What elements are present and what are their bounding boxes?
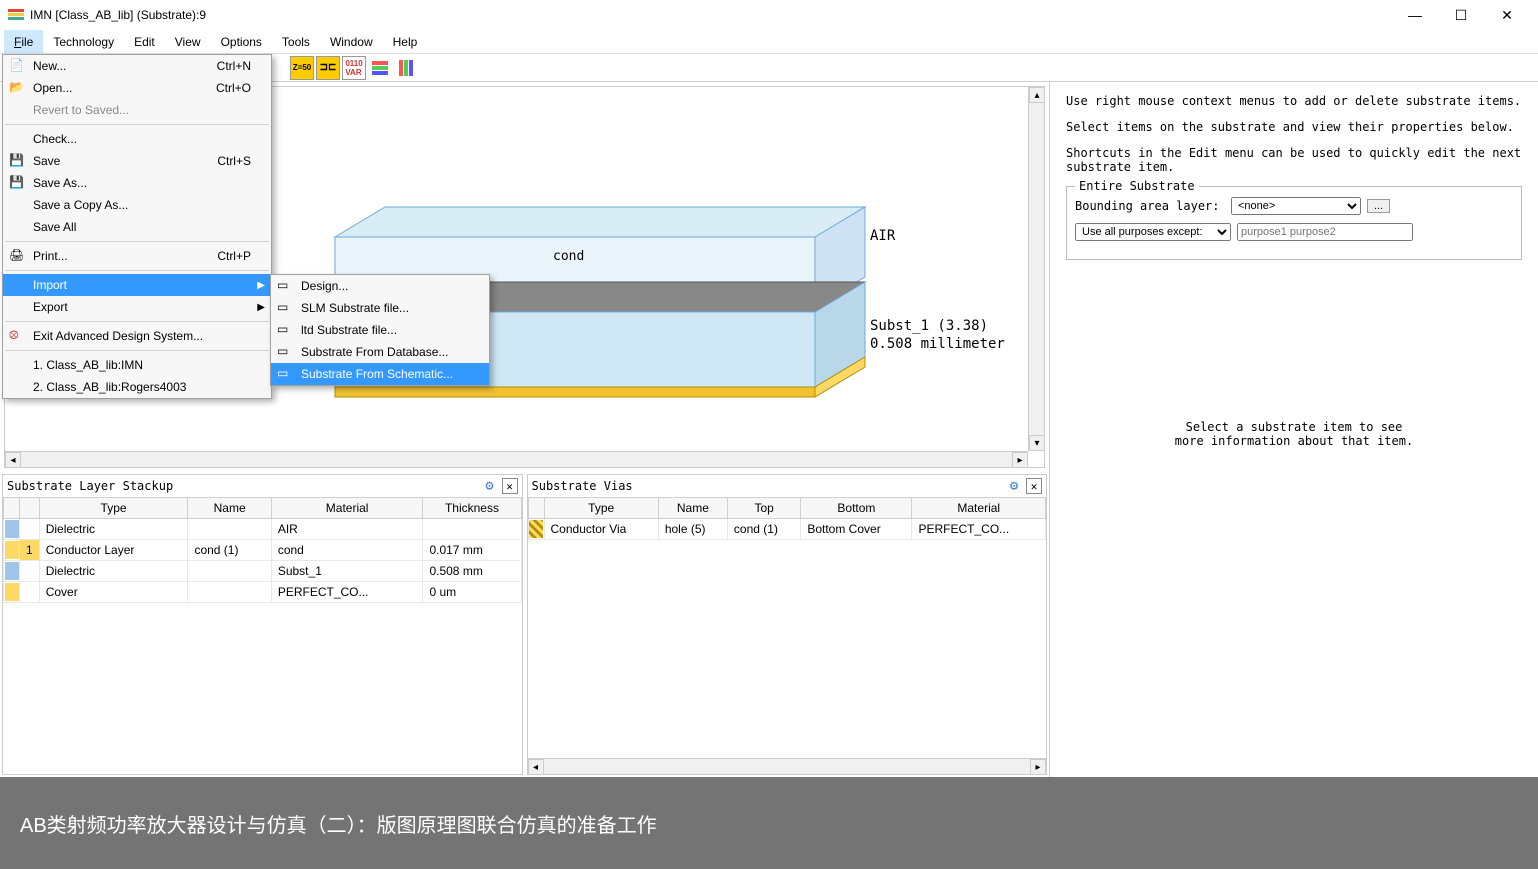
vias-title: Substrate Vias — [532, 479, 633, 493]
file-check[interactable]: Check... — [3, 128, 271, 150]
table-row[interactable]: Conductor Viahole (5)cond (1)Bottom Cove… — [528, 519, 1046, 540]
close-button[interactable]: ✕ — [1484, 0, 1530, 30]
menu-view[interactable]: View — [165, 30, 211, 53]
canvas-vscroll[interactable]: ▴ ▾ — [1028, 87, 1044, 451]
file-exit[interactable]: ⮾ Exit Advanced Design System... — [3, 325, 271, 347]
scroll-up-icon[interactable]: ▴ — [1029, 87, 1045, 103]
substrate-icon: ▭ — [277, 300, 293, 316]
tool-tline-icon[interactable]: ⊐⊏ — [316, 56, 340, 80]
menu-window[interactable]: Window — [320, 30, 383, 53]
purposes-mode-select[interactable]: Use all purposes except: — [1075, 223, 1231, 241]
substrate-icon: ▭ — [277, 278, 293, 294]
substrate-icon: ▭ — [277, 344, 293, 360]
canvas-hscroll[interactable]: ◂ ▸ — [5, 451, 1028, 467]
file-export[interactable]: Export▶ — [3, 296, 271, 318]
menu-technology[interactable]: Technology — [43, 30, 124, 53]
import-design[interactable]: ▭ Design... — [271, 275, 489, 297]
import-database[interactable]: ▭ Substrate From Database... — [271, 341, 489, 363]
stackup-title: Substrate Layer Stackup — [7, 479, 173, 493]
submenu-arrow-icon: ▶ — [257, 280, 265, 291]
file-new[interactable]: 📄 New...Ctrl+N — [3, 55, 271, 77]
vias-hscroll[interactable]: ◂ ▸ — [528, 758, 1047, 774]
scroll-down-icon[interactable]: ▾ — [1029, 435, 1045, 451]
minimize-button[interactable]: — — [1392, 0, 1438, 30]
new-icon: 📄 — [9, 58, 25, 74]
purposes-input[interactable] — [1237, 223, 1413, 241]
file-recent-1[interactable]: 1. Class_AB_lib:IMN — [3, 354, 271, 376]
file-save-all[interactable]: Save All — [3, 216, 271, 238]
fieldset-legend: Entire Substrate — [1075, 179, 1199, 193]
app-icon — [8, 9, 24, 21]
menu-tools[interactable]: Tools — [272, 30, 320, 53]
cond-label: cond — [553, 249, 584, 264]
info-message: Select a substrate item to see more info… — [1066, 420, 1522, 448]
stackup-close-icon[interactable]: ✕ — [502, 478, 518, 494]
bottom-panels: Substrate Layer Stackup ⚙ ✕ TypeName Mat… — [0, 472, 1049, 777]
scroll-right-icon[interactable]: ▸ — [1012, 452, 1028, 468]
stackup-settings-icon[interactable]: ⚙ — [482, 478, 498, 494]
hint-text: Select items on the substrate and view t… — [1066, 120, 1522, 134]
footer-caption: AB类射频功率放大器设计与仿真（二）：版图原理图联合仿真的准备工作 — [0, 777, 1538, 869]
stackup-panel: Substrate Layer Stackup ⚙ ✕ TypeName Mat… — [2, 474, 523, 775]
menu-edit[interactable]: Edit — [124, 30, 165, 53]
tool-var-icon[interactable]: 0110VAR — [342, 56, 366, 80]
print-icon: 🖨 — [9, 248, 25, 264]
file-save-copy[interactable]: Save a Copy As... — [3, 194, 271, 216]
substrate-icon: ▭ — [277, 366, 293, 382]
properties-panel: Use right mouse context menus to add or … — [1050, 82, 1538, 777]
bounding-layer-select[interactable]: <none> — [1231, 197, 1361, 215]
menu-file[interactable]: File — [4, 30, 43, 53]
vias-table[interactable]: TypeName TopBottomMaterial Conductor Via… — [528, 497, 1047, 540]
file-import[interactable]: Import▶ — [3, 274, 271, 296]
bounding-layer-label: Bounding area layer: — [1075, 199, 1225, 213]
save-as-icon: 💾 — [9, 175, 25, 191]
titlebar: IMN [Class_AB_lib] (Substrate):9 — ☐ ✕ — [0, 0, 1538, 30]
file-revert: Revert to Saved... — [3, 99, 271, 121]
save-icon: 💾 — [9, 153, 25, 169]
open-icon: 📂 — [9, 80, 25, 96]
menubar: File Technology Edit View Options Tools … — [0, 30, 1538, 54]
window-controls: — ☐ ✕ — [1392, 0, 1530, 30]
table-row[interactable]: DielectricSubst_10.508 mm — [4, 561, 522, 582]
import-slm[interactable]: ▭ SLM Substrate file... — [271, 297, 489, 319]
entire-substrate-group: Entire Substrate Bounding area layer: <n… — [1066, 186, 1522, 260]
maximize-button[interactable]: ☐ — [1438, 0, 1484, 30]
hint-text: Shortcuts in the Edit menu can be used t… — [1066, 146, 1522, 174]
substrate-icon: ▭ — [277, 322, 293, 338]
exit-icon: ⮾ — [9, 328, 25, 344]
file-save-as[interactable]: 💾 Save As... — [3, 172, 271, 194]
table-row[interactable]: CoverPERFECT_CO...0 um — [4, 582, 522, 603]
file-print[interactable]: 🖨 Print...Ctrl+P — [3, 245, 271, 267]
bounding-browse-button[interactable]: ... — [1367, 199, 1390, 213]
tool-layers-icon[interactable] — [368, 56, 392, 80]
scroll-left-icon[interactable]: ◂ — [528, 759, 544, 775]
table-row[interactable]: 1 Conductor Layercond (1)cond0.017 mm — [4, 540, 522, 561]
tool-z50-icon[interactable]: Z=50 — [290, 56, 314, 80]
import-schematic[interactable]: ▭ Substrate From Schematic... — [271, 363, 489, 385]
file-recent-2[interactable]: 2. Class_AB_lib:Rogers4003 — [3, 376, 271, 398]
vias-settings-icon[interactable]: ⚙ — [1006, 478, 1022, 494]
import-ltd[interactable]: ▭ ltd Substrate file... — [271, 319, 489, 341]
vias-close-icon[interactable]: ✕ — [1026, 478, 1042, 494]
table-row[interactable]: DielectricAIR — [4, 519, 522, 540]
menu-options[interactable]: Options — [211, 30, 272, 53]
file-save[interactable]: 💾 SaveCtrl+S — [3, 150, 271, 172]
import-submenu: ▭ Design... ▭ SLM Substrate file... ▭ lt… — [270, 274, 490, 386]
air-label: AIR — [870, 227, 1005, 245]
window-title: IMN [Class_AB_lib] (Substrate):9 — [30, 8, 206, 22]
hint-text: Use right mouse context menus to add or … — [1066, 94, 1522, 108]
subst-thickness-label: 0.508 millimeter — [870, 335, 1005, 353]
file-open[interactable]: 📂 Open...Ctrl+O — [3, 77, 271, 99]
footer-text: AB类射频功率放大器设计与仿真（二）：版图原理图联合仿真的准备工作 — [20, 809, 657, 838]
vias-panel: Substrate Vias ⚙ ✕ TypeName TopBottomMat… — [527, 474, 1048, 775]
canvas-labels: AIR Subst_1 (3.38) 0.508 millimeter — [870, 227, 1005, 354]
file-dropdown: 📄 New...Ctrl+N 📂 Open...Ctrl+O Revert to… — [2, 54, 272, 399]
scroll-right-icon[interactable]: ▸ — [1030, 759, 1046, 775]
submenu-arrow-icon: ▶ — [257, 302, 265, 313]
menu-help[interactable]: Help — [383, 30, 428, 53]
tool-columns-icon[interactable] — [394, 56, 418, 80]
scroll-left-icon[interactable]: ◂ — [5, 452, 21, 468]
subst-name-label: Subst_1 (3.38) — [870, 317, 1005, 335]
stackup-table[interactable]: TypeName MaterialThickness DielectricAIR… — [3, 497, 522, 603]
